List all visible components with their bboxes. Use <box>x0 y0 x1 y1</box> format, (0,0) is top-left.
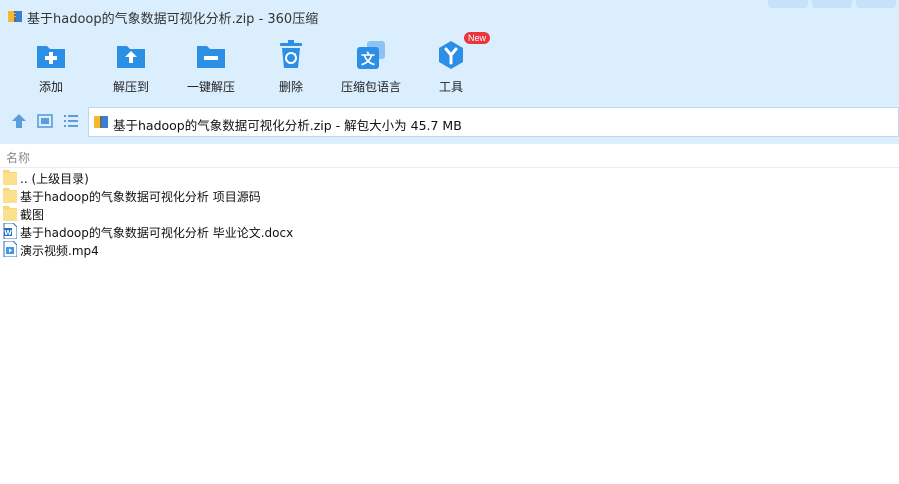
add-label: 添加 <box>38 80 63 94</box>
extract-to-button[interactable]: 解压到 <box>91 36 171 98</box>
title-bar: 基于hadoop的气象数据可视化分析.zip - 360压缩 <box>0 0 899 32</box>
list-view-icon[interactable] <box>61 111 81 131</box>
word-document-icon: W <box>3 223 17 239</box>
window-control-button[interactable] <box>812 0 852 8</box>
trash-icon <box>280 40 302 68</box>
archive-language-button[interactable]: 文 压缩包语言 <box>331 36 411 98</box>
file-name: 演示视频.mp4 <box>20 244 99 258</box>
column-header-name[interactable]: 名称 <box>6 149 30 166</box>
toolbar: 添加 解压到 一键解压 删除 文 压缩包语言 New 工具 <box>0 32 899 98</box>
language-icon: 文 <box>357 41 385 69</box>
thumbnail-view-icon[interactable] <box>35 111 55 131</box>
window-title: 基于hadoop的气象数据可视化分析.zip - 360压缩 <box>27 12 319 27</box>
path-bar[interactable]: 基于hadoop的气象数据可视化分析.zip - 解包大小为 45.7 MB <box>88 107 899 137</box>
list-item[interactable]: .. (上级目录) <box>0 168 899 186</box>
one-click-extract-icon <box>197 46 225 68</box>
video-file-icon <box>3 241 17 257</box>
extract-to-icon <box>117 46 145 68</box>
archive-icon <box>8 11 22 22</box>
folder-icon <box>3 206 17 221</box>
window-control-button[interactable] <box>856 0 896 8</box>
one-click-extract-label: 一键解压 <box>186 80 235 94</box>
file-name: 基于hadoop的气象数据可视化分析 项目源码 <box>20 190 261 204</box>
svg-text:文: 文 <box>361 51 376 68</box>
add-button[interactable]: 添加 <box>11 36 91 98</box>
list-item[interactable]: 基于hadoop的气象数据可视化分析 项目源码 <box>0 186 899 204</box>
list-item[interactable]: 截图 <box>0 204 899 222</box>
archive-icon <box>94 116 108 128</box>
file-name: 基于hadoop的气象数据可视化分析 毕业论文.docx <box>20 226 294 240</box>
extract-to-label: 解压到 <box>112 80 149 94</box>
path-text: 基于hadoop的气象数据可视化分析.zip - 解包大小为 45.7 MB <box>113 118 462 133</box>
tools-button[interactable]: New 工具 <box>411 32 491 98</box>
list-item[interactable]: W 基于hadoop的气象数据可视化分析 毕业论文.docx <box>0 222 899 240</box>
tools-icon <box>439 41 463 69</box>
one-click-extract-button[interactable]: 一键解压 <box>171 36 251 98</box>
top-panel: 基于hadoop的气象数据可视化分析.zip - 360压缩 添加 解压到 一键… <box>0 0 899 144</box>
tools-label: 工具 <box>438 80 463 94</box>
up-arrow-icon[interactable] <box>9 111 29 131</box>
svg-text:W: W <box>4 229 12 237</box>
archive-language-label: 压缩包语言 <box>340 80 401 94</box>
list-header: 名称 <box>0 144 899 168</box>
navigation-bar: 基于hadoop的气象数据可视化分析.zip - 解包大小为 45.7 MB <box>0 104 899 138</box>
delete-label: 删除 <box>278 80 303 94</box>
window-control-button[interactable] <box>768 0 808 8</box>
add-folder-icon <box>37 46 65 68</box>
file-name: 截图 <box>20 208 45 222</box>
folder-icon <box>3 188 17 203</box>
delete-button[interactable]: 删除 <box>251 36 331 98</box>
folder-icon <box>3 170 17 185</box>
list-item[interactable]: 演示视频.mp4 <box>0 240 899 258</box>
file-name: .. (上级目录) <box>20 172 89 186</box>
new-badge: New <box>464 32 491 44</box>
